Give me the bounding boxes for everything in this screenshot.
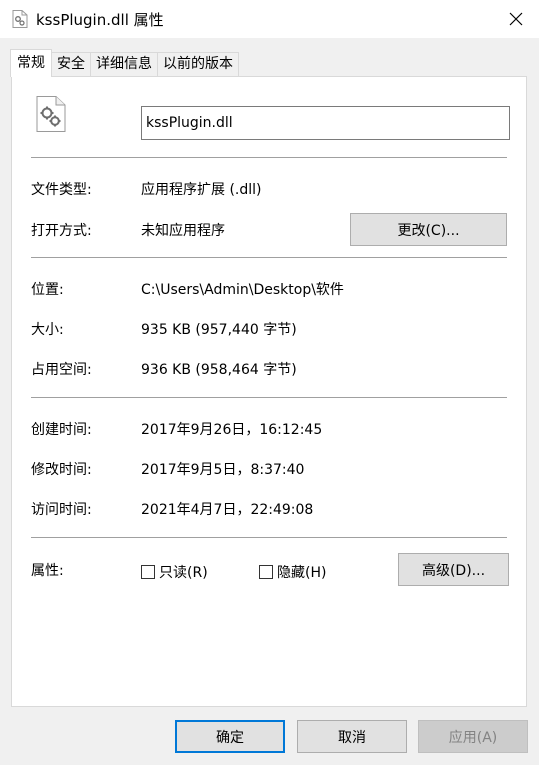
location-value: C:\Users\Admin\Desktop\软件 <box>141 282 344 298</box>
open-with-label: 打开方式: <box>31 223 92 239</box>
size-label: 大小: <box>31 322 64 338</box>
open-with-value: 未知应用程序 <box>141 223 225 239</box>
modified-value: 2017年9月5日，8:37:40 <box>141 462 305 478</box>
disk-size-value: 936 KB (958,464 字节) <box>141 362 297 378</box>
file-type-label: 文件类型: <box>31 182 92 198</box>
tab-bar: 常规 安全 详细信息 以前的版本 <box>10 49 239 77</box>
accessed-value: 2021年4月7日，22:49:08 <box>141 502 314 518</box>
close-icon <box>509 12 523 26</box>
disk-size-label: 占用空间: <box>31 362 92 378</box>
title-bar: kssPlugin.dll 属性 <box>0 0 539 38</box>
file-name-input[interactable] <box>141 106 510 140</box>
window-title: kssPlugin.dll 属性 <box>36 11 164 29</box>
separator <box>31 157 507 158</box>
modified-label: 修改时间: <box>31 462 92 478</box>
general-panel: 文件类型: 应用程序扩展 (.dll) 打开方式: 未知应用程序 更改(C)..… <box>11 76 527 707</box>
dll-file-icon <box>12 10 28 28</box>
file-type-value: 应用程序扩展 (.dll) <box>141 182 262 198</box>
dll-file-icon <box>36 96 66 132</box>
tab-general[interactable]: 常规 <box>10 49 52 77</box>
created-value: 2017年9月26日，16:12:45 <box>141 422 323 438</box>
ok-button[interactable]: 确定 <box>175 720 285 753</box>
separator <box>31 397 507 398</box>
separator <box>31 537 507 538</box>
change-button[interactable]: 更改(C)... <box>350 213 507 246</box>
tab-details[interactable]: 详细信息 <box>90 52 158 77</box>
separator <box>31 257 507 258</box>
cancel-button[interactable]: 取消 <box>297 720 407 753</box>
location-label: 位置: <box>31 282 64 298</box>
accessed-label: 访问时间: <box>31 502 92 518</box>
readonly-checkbox-label: 只读(R) <box>159 565 208 581</box>
tab-security[interactable]: 安全 <box>51 52 91 77</box>
apply-button[interactable]: 应用(A) <box>418 720 528 753</box>
attributes-label: 属性: <box>31 563 64 579</box>
size-value: 935 KB (957,440 字节) <box>141 322 297 338</box>
readonly-checkbox[interactable]: 只读(R) <box>141 562 208 582</box>
hidden-checkbox-box[interactable] <box>259 565 273 579</box>
close-button[interactable] <box>493 0 539 38</box>
created-label: 创建时间: <box>31 422 92 438</box>
hidden-checkbox[interactable]: 隐藏(H) <box>259 562 326 582</box>
readonly-checkbox-box[interactable] <box>141 565 155 579</box>
hidden-checkbox-label: 隐藏(H) <box>277 565 327 581</box>
advanced-button[interactable]: 高级(D)... <box>398 553 509 586</box>
tab-previous-versions[interactable]: 以前的版本 <box>157 52 239 77</box>
